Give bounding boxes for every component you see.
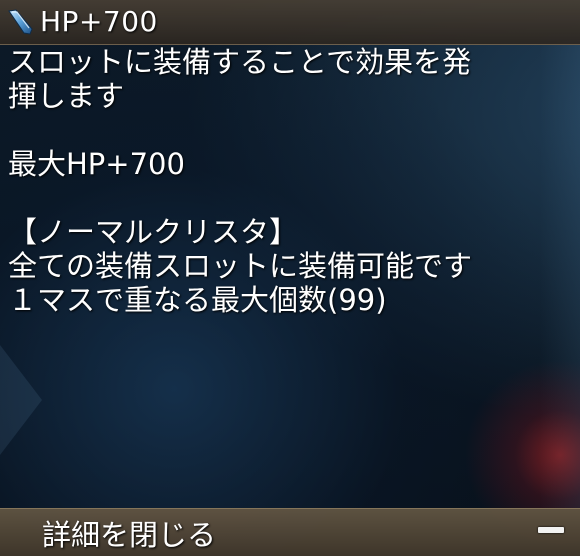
item-name: HP+700 [40, 5, 158, 38]
crystal-icon [8, 9, 33, 35]
minus-icon[interactable] [538, 527, 564, 533]
close-details-label: 詳細を閉じる [42, 518, 217, 552]
item-title-bar: HP+700 [0, 0, 580, 45]
description-line-1: スロットに装備することで効果を発 [8, 45, 472, 79]
category-text: 【ノーマルクリスタ】 [8, 215, 299, 249]
close-details-button[interactable]: 詳細を閉じる [0, 508, 580, 556]
stack-note-text: １マスで重なる最大個数(99) [8, 283, 387, 317]
item-description: スロットに装備することで効果を発 揮します 最大HP+700 【ノーマルクリスタ… [8, 45, 568, 317]
effect-text: 最大HP+700 [8, 147, 185, 181]
side-arrow-decoration [0, 345, 42, 455]
equip-note-text: 全ての装備スロットに装備可能です [8, 249, 473, 283]
description-line-2: 揮します [8, 79, 125, 113]
item-detail-panel: HP+700 スロットに装備することで効果を発 揮します 最大HP+700 【ノ… [0, 0, 580, 556]
